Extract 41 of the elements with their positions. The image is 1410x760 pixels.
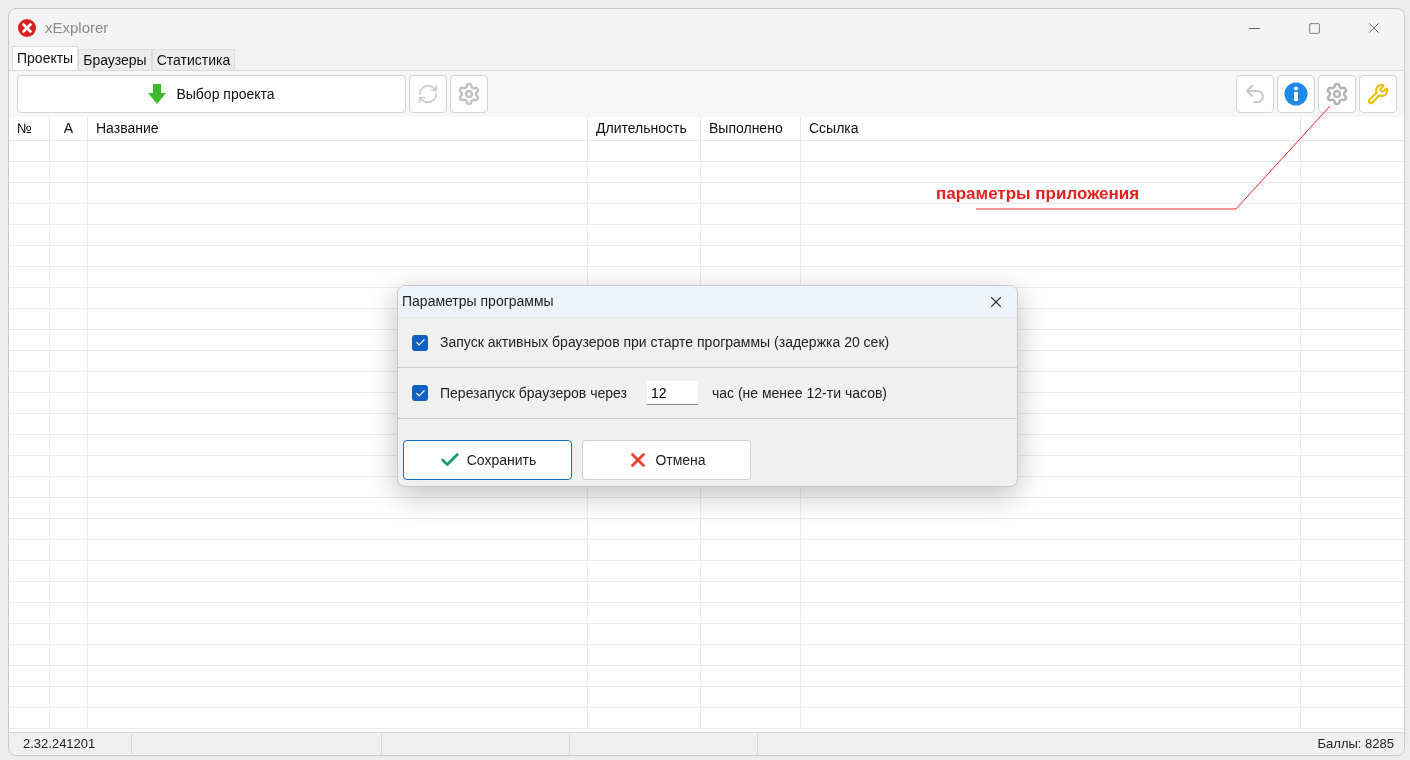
info-icon [1284, 82, 1308, 106]
column-header[interactable]: Название [88, 117, 588, 140]
annotation-label: параметры приложения [936, 183, 1140, 205]
check-icon [414, 337, 426, 348]
back-button[interactable] [1236, 75, 1274, 113]
hours-input[interactable]: 12 [646, 381, 698, 405]
info-button[interactable] [1277, 75, 1315, 113]
column-header[interactable]: Ссылка [801, 117, 1301, 140]
app-logo-icon [18, 19, 36, 37]
settings-icon [1325, 82, 1349, 106]
checkbox[interactable] [412, 334, 428, 351]
save-button[interactable]: Сохранить [403, 440, 572, 480]
settings-button[interactable] [450, 75, 488, 113]
app-settings-button[interactable] [1318, 75, 1356, 113]
option-label: Перезапуск браузеров через [440, 383, 627, 403]
column-header[interactable]: Выполнено [701, 117, 801, 140]
score-text: Баллы: 8285 [1317, 735, 1395, 754]
check-icon [414, 387, 426, 399]
option-label: Запуск активных браузеров при старте программы (задержка 20 сек) [440, 333, 890, 352]
option-suffix: час (не менее 12-ти часов) [711, 383, 888, 403]
refresh-icon [417, 83, 439, 105]
maximize-icon [1307, 21, 1321, 35]
minimize-icon [1248, 27, 1260, 29]
tab[interactable]: Браузеры [78, 49, 152, 70]
wrench-icon [1367, 83, 1389, 105]
down-arrow-icon [148, 84, 167, 104]
column-header[interactable]: A [50, 117, 88, 140]
column-header[interactable]: Длительность [588, 117, 701, 140]
back-arrow-icon [1243, 82, 1267, 106]
column-header[interactable]: № [9, 117, 50, 140]
select-project-button[interactable]: Выбор проекта [17, 75, 406, 113]
window-title: xExplorer [45, 17, 109, 38]
settings-icon [457, 82, 481, 106]
version-text: 2.32.241201 [9, 734, 132, 754]
tab[interactable]: Статистика [151, 49, 236, 70]
cancel-button[interactable]: Отмена [582, 440, 751, 480]
refresh-button[interactable] [409, 75, 447, 113]
dialog-title: Параметры программы [402, 292, 554, 311]
tools-button[interactable] [1359, 75, 1397, 113]
checkbox[interactable] [412, 385, 428, 401]
tab[interactable]: Проекты [12, 46, 79, 70]
